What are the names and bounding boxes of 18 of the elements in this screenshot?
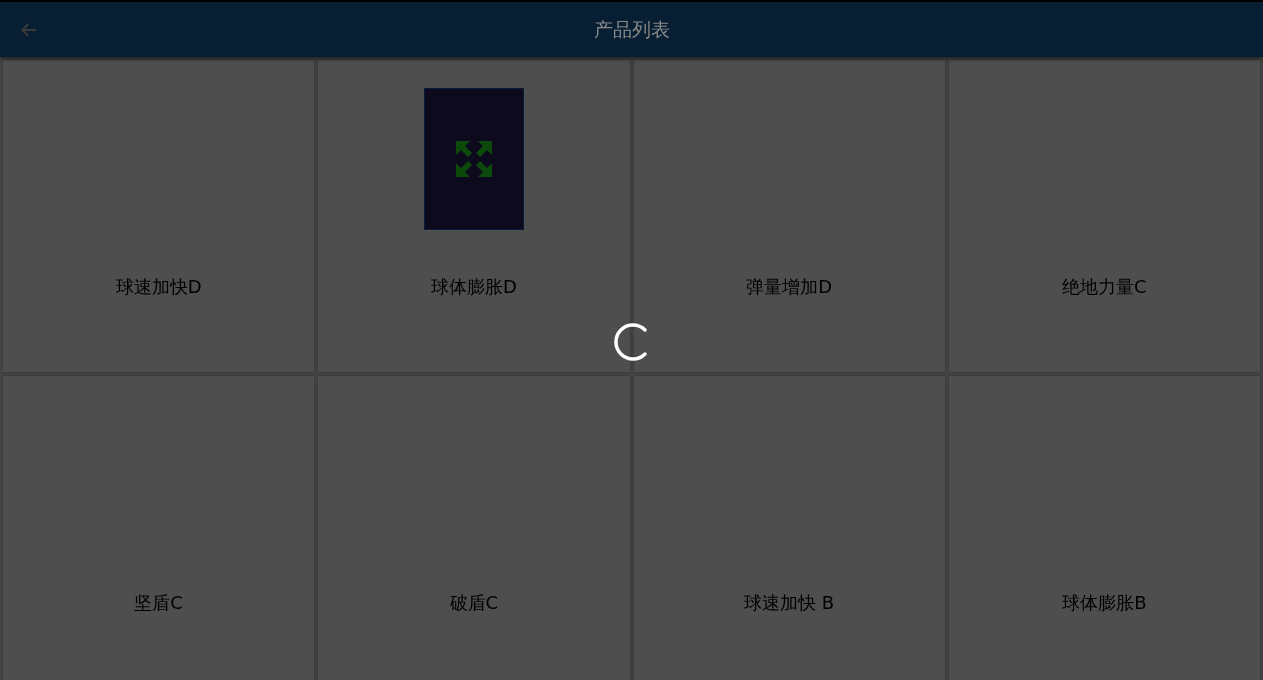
product-card[interactable]: 坚盾C: [3, 376, 315, 680]
product-card[interactable]: 绝地力量C: [948, 60, 1260, 372]
product-card[interactable]: 破盾C: [318, 376, 630, 680]
expand-arrows-icon: [453, 139, 494, 179]
page-title: 产品列表: [593, 17, 670, 43]
product-name: 破盾C: [449, 591, 499, 615]
product-name: 球体膨胀D: [430, 275, 517, 299]
product-card[interactable]: 球体膨胀D: [318, 60, 630, 372]
product-name: 绝地力量C: [1062, 275, 1147, 299]
product-card[interactable]: 球体膨胀B: [948, 376, 1260, 680]
product-card[interactable]: 弹量增加D: [633, 60, 945, 372]
product-name: 坚盾C: [134, 591, 183, 615]
product-name: 球速加快 B: [744, 591, 835, 615]
product-card[interactable]: 球速加快 B: [633, 376, 945, 680]
product-name: 弹量增加D: [746, 275, 833, 299]
product-name: 球速加快D: [115, 275, 202, 299]
product-name: 球体膨胀B: [1062, 591, 1147, 615]
product-card[interactable]: 球速加快D: [3, 60, 315, 372]
